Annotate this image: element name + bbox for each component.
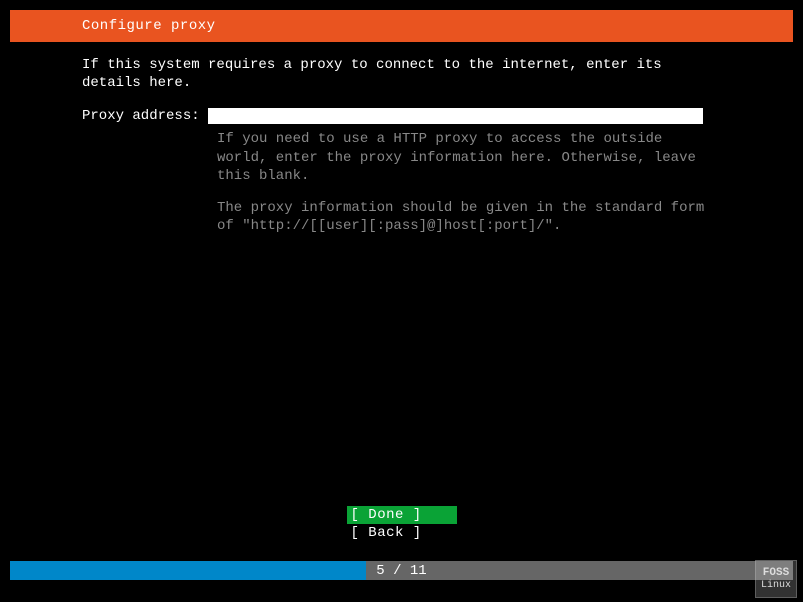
intro-text: If this system requires a proxy to conne… bbox=[82, 56, 793, 92]
proxy-field-row: Proxy address: bbox=[82, 108, 793, 124]
progress-text: 5 / 11 bbox=[10, 563, 793, 579]
header-bar: Configure proxy bbox=[10, 10, 793, 42]
content-area: If this system requires a proxy to conne… bbox=[10, 42, 793, 235]
proxy-hint-2: The proxy information should be given in… bbox=[217, 199, 721, 235]
button-row: [ Done ] [ Back ] bbox=[0, 506, 803, 542]
proxy-hint-block: If you need to use a HTTP proxy to acces… bbox=[217, 130, 793, 235]
proxy-address-label: Proxy address: bbox=[82, 108, 208, 124]
proxy-address-input[interactable] bbox=[208, 108, 703, 124]
proxy-hint-1: If you need to use a HTTP proxy to acces… bbox=[217, 130, 721, 185]
back-button[interactable]: [ Back ] bbox=[347, 524, 457, 542]
watermark-line2: Linux bbox=[761, 580, 791, 591]
progress-bar: 5 / 11 bbox=[10, 561, 793, 580]
done-button[interactable]: [ Done ] bbox=[347, 506, 457, 524]
page-title: Configure proxy bbox=[82, 18, 216, 34]
